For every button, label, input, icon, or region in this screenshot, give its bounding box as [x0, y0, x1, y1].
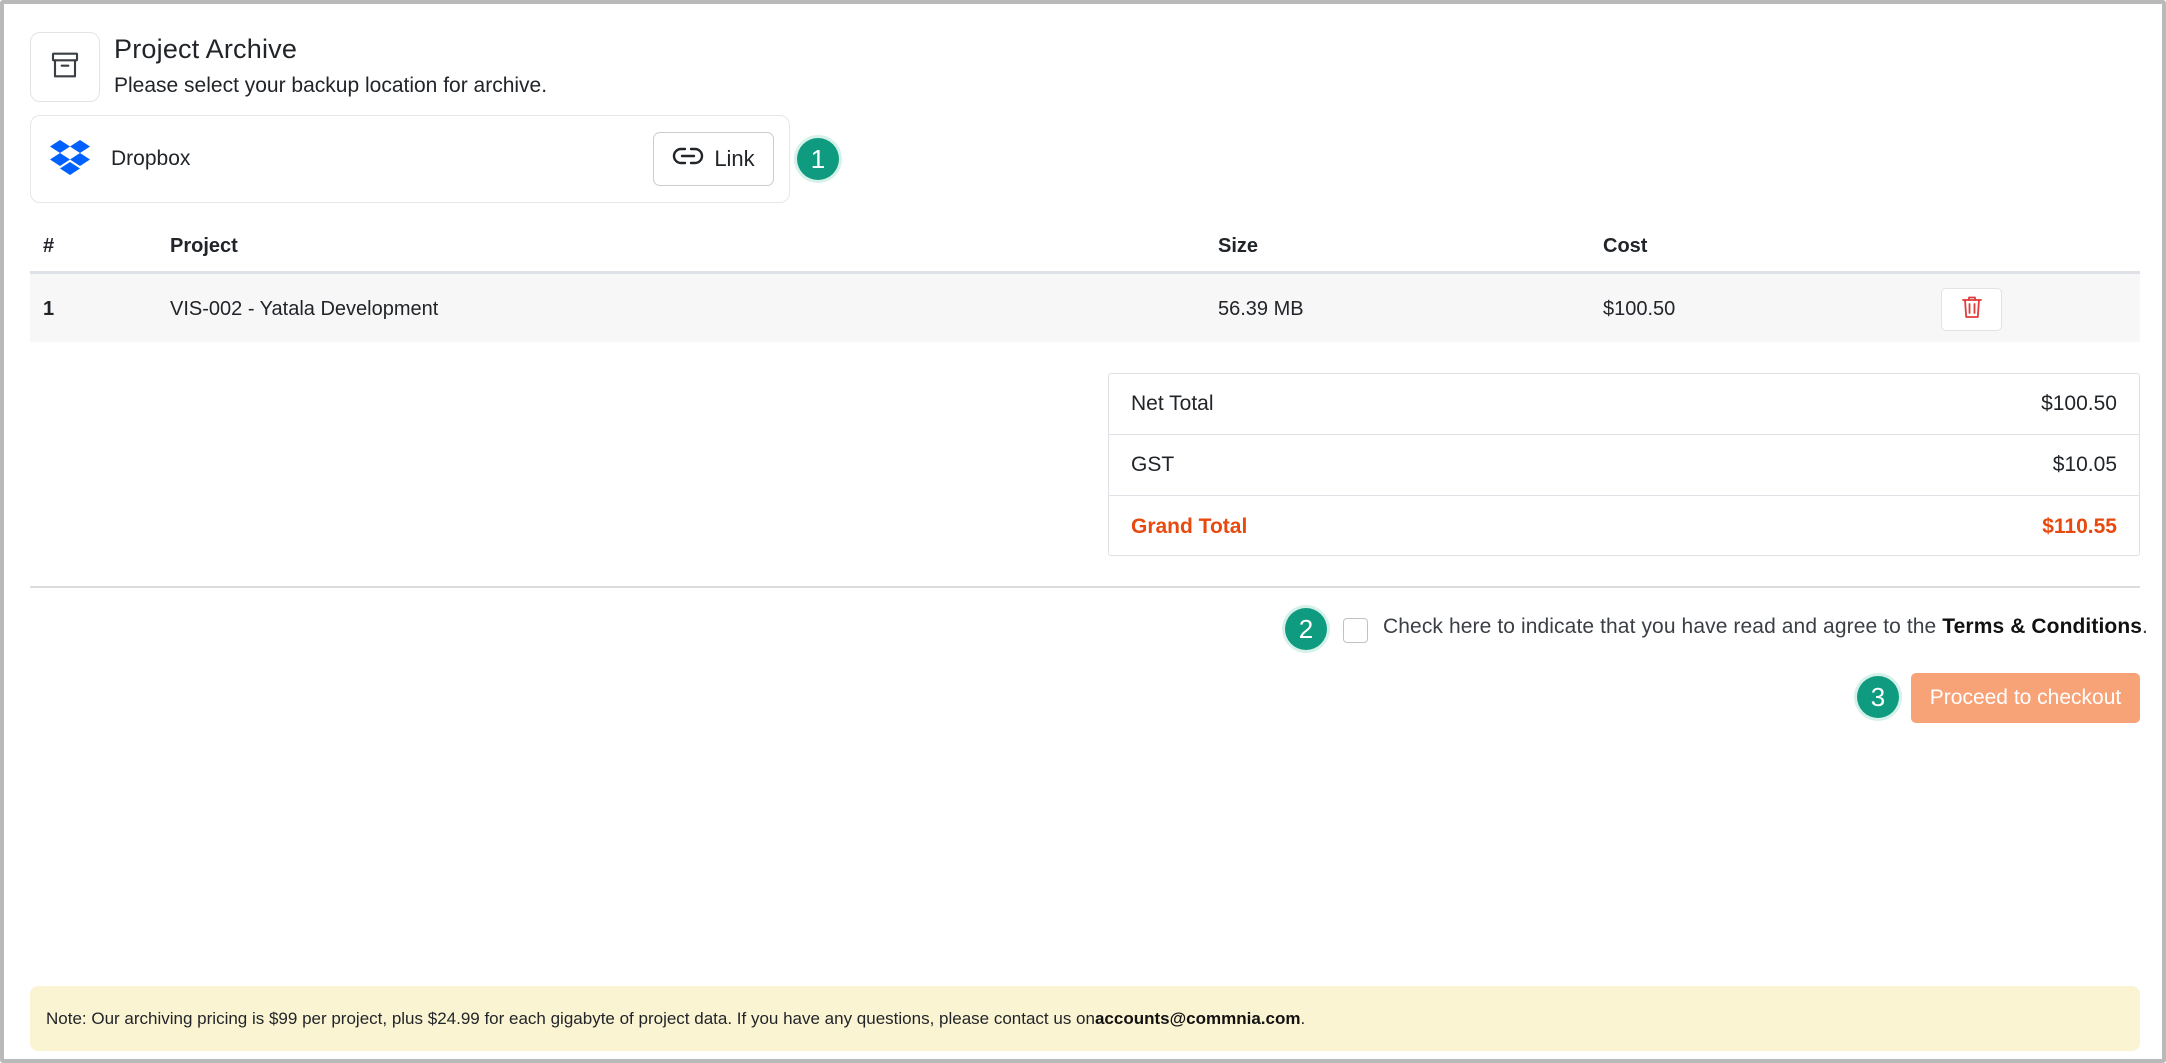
- link-button-label: Link: [714, 146, 755, 171]
- terms-checkbox[interactable]: [1343, 618, 1368, 643]
- row-size: 56.39 MB: [1218, 298, 1304, 320]
- column-header-project: Project: [170, 235, 238, 257]
- net-total-row: Net Total $100.50: [1109, 374, 2139, 435]
- row-number: 1: [43, 298, 55, 320]
- column-header-cost: Cost: [1603, 235, 1648, 257]
- dropbox-logo-icon: [49, 139, 91, 177]
- archive-icon-box: [30, 32, 100, 102]
- step-badge-2: 2: [1285, 608, 1327, 650]
- proceed-to-checkout-button[interactable]: Proceed to checkout: [1911, 673, 2140, 723]
- contact-email-link[interactable]: accounts@commnia.com: [1095, 1009, 1301, 1029]
- column-header-number: #: [43, 235, 55, 257]
- gst-label: GST: [1131, 453, 1175, 476]
- pricing-note: Note: Our archiving pricing is $99 per p…: [30, 986, 2140, 1051]
- link-icon: [672, 145, 704, 173]
- step-badge-1: 1: [797, 138, 839, 180]
- grand-total-label: Grand Total: [1131, 514, 1248, 538]
- backup-provider-name: Dropbox: [111, 147, 191, 170]
- terms-statement: Check here to indicate that you have rea…: [1383, 615, 1943, 638]
- row-cost: $100.50: [1603, 298, 1676, 320]
- delete-row-button[interactable]: [1941, 288, 2002, 331]
- trash-icon: [1961, 295, 1983, 324]
- terms-link[interactable]: Terms & Conditions: [1942, 615, 2142, 638]
- pricing-note-text: Note: Our archiving pricing is $99 per p…: [46, 1008, 1095, 1028]
- link-button[interactable]: Link: [653, 132, 774, 186]
- net-total-label: Net Total: [1131, 392, 1214, 415]
- page-title: Project Archive: [114, 34, 298, 64]
- net-total-value: $100.50: [2041, 392, 2117, 415]
- section-divider: [30, 586, 2140, 588]
- column-header-size: Size: [1218, 235, 1259, 257]
- terms-text: Check here to indicate that you have rea…: [1383, 615, 2148, 639]
- grand-total-value: $110.55: [2042, 514, 2117, 538]
- backup-location-card: Dropbox Link: [30, 115, 790, 203]
- gst-value: $10.05: [2052, 453, 2117, 476]
- gst-row: GST $10.05: [1109, 435, 2139, 496]
- app-frame: Project Archive Please select your backu…: [0, 0, 2166, 1063]
- terms-suffix: .: [2142, 615, 2148, 638]
- step-badge-3: 3: [1857, 676, 1899, 718]
- page-subtitle: Please select your backup location for a…: [114, 74, 548, 97]
- grand-total-row: Grand Total $110.55: [1109, 496, 2139, 557]
- totals-summary: Net Total $100.50 GST $10.05 Grand Total…: [1108, 373, 2140, 556]
- row-project-name: VIS-002 - Yatala Development: [170, 298, 439, 320]
- pricing-note-suffix: .: [1300, 1008, 1306, 1028]
- archive-box-icon: [49, 49, 81, 86]
